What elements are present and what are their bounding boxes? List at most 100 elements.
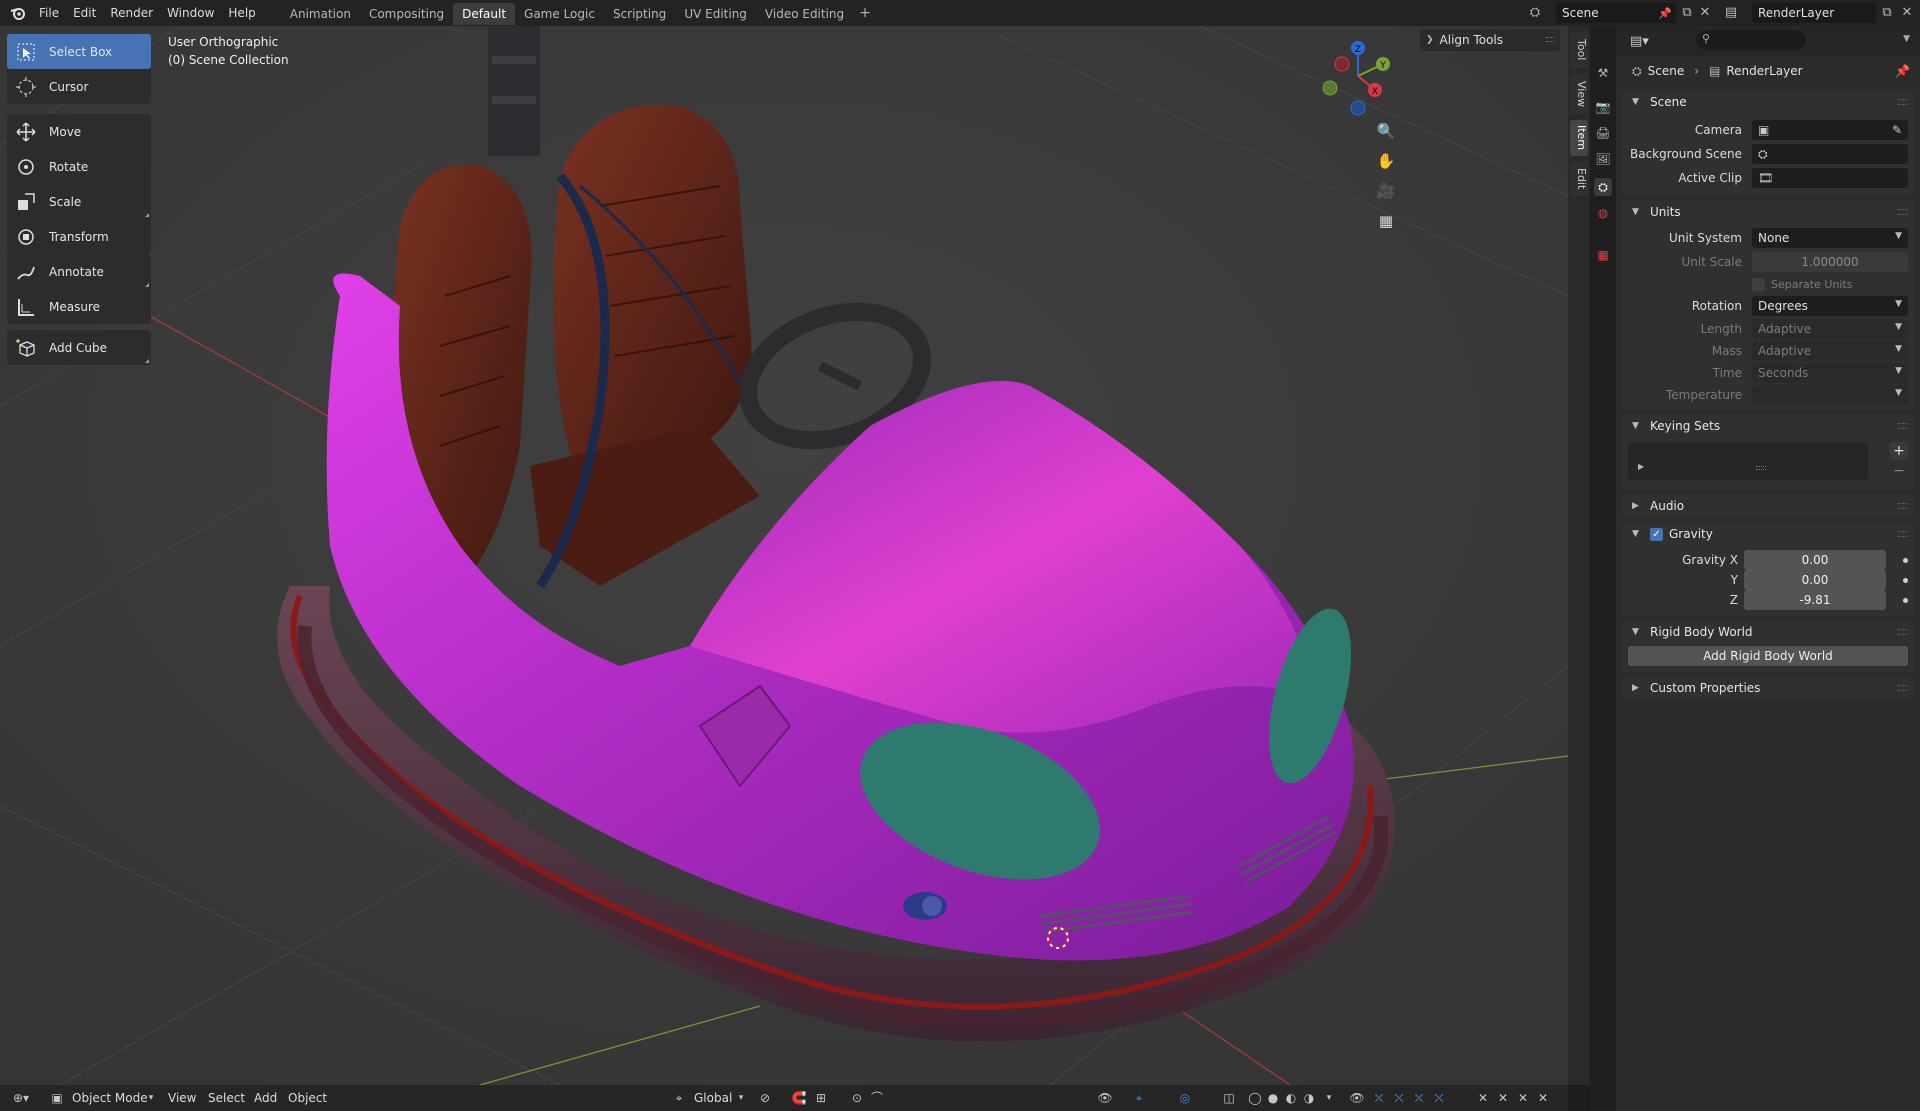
view-layer-properties-icon[interactable]: 🖼 [1594, 150, 1612, 168]
pin-icon[interactable]: 📌 [1658, 7, 1672, 20]
tool-add-cube[interactable]: Add Cube [7, 330, 151, 365]
drag-handle-icon[interactable] [1898, 209, 1908, 215]
close-x-3-icon[interactable]: ✕ [1514, 1089, 1532, 1107]
audio-panel-header[interactable]: ▶ Audio [1622, 494, 1914, 518]
align-tools-panel[interactable]: ❯ Align Tools [1420, 29, 1560, 51]
tool-move[interactable]: Move [7, 114, 151, 149]
tab-default[interactable]: Default [453, 3, 516, 25]
delete-scene-icon[interactable]: ✕ [1696, 4, 1714, 22]
units-panel-header[interactable]: ▼ Units [1622, 200, 1914, 224]
gravity-enabled-checkbox[interactable]: ✓ [1650, 527, 1663, 541]
chevron-down-icon[interactable]: ▼ [1903, 34, 1910, 44]
layer-toggle-4-icon[interactable]: ⛌ [1430, 1089, 1448, 1107]
output-properties-icon[interactable]: 🖨 [1594, 124, 1612, 142]
editor-type-icon[interactable]: ⊕▾ [12, 1089, 30, 1107]
close-x-1-icon[interactable]: ✕ [1474, 1089, 1492, 1107]
tool-cursor[interactable]: Cursor [7, 69, 151, 104]
gravity-panel-header[interactable]: ▼ ✓ Gravity [1622, 522, 1914, 546]
properties-search-input[interactable]: ⚲ [1696, 30, 1806, 50]
overlay-toggle-icon[interactable]: ◎ [1176, 1089, 1194, 1107]
scene-name-field[interactable]: Scene 📌 [1556, 3, 1676, 23]
layer-toggle-2-icon[interactable]: ⛌ [1390, 1089, 1408, 1107]
remove-keying-set-button[interactable]: − [1890, 462, 1908, 480]
proportional-edit-icon[interactable]: ⊙ [848, 1089, 866, 1107]
blender-logo-icon[interactable] [10, 5, 26, 21]
length-dropdown[interactable]: Adaptive ▼ [1752, 319, 1908, 339]
3d-viewport[interactable]: Select Box Cursor Move Rotate Scale Tran… [0, 26, 1568, 1085]
keyframe-dot-icon[interactable] [1903, 558, 1908, 563]
gravity-y-field[interactable]: 0.00 [1744, 570, 1886, 590]
background-scene-field[interactable]: ⛭ [1752, 144, 1908, 164]
side-tab-tool[interactable]: Tool [1570, 32, 1588, 68]
texture-properties-icon[interactable]: ▦ [1594, 246, 1612, 264]
tab-compositing[interactable]: Compositing [360, 3, 453, 25]
expand-arrow-icon[interactable]: ▶ [1638, 462, 1644, 471]
tool-scale[interactable]: Scale [7, 184, 151, 219]
scene-panel-header[interactable]: ▼ Scene [1622, 90, 1914, 114]
camera-view-icon[interactable]: 🎥 [1373, 178, 1399, 204]
add-rigid-body-world-button[interactable]: Add Rigid Body World [1628, 646, 1908, 666]
tool-rotate[interactable]: Rotate [7, 149, 151, 184]
rigid-body-panel-header[interactable]: ▼ Rigid Body World [1622, 620, 1914, 644]
falloff-icon[interactable]: ⌒ [868, 1089, 886, 1107]
keyframe-dot-icon[interactable] [1903, 598, 1908, 603]
pivot-point-icon[interactable]: ⊘ [756, 1089, 774, 1107]
tab-video-editing[interactable]: Video Editing [756, 3, 853, 25]
drag-handle-icon[interactable] [1898, 503, 1908, 509]
keying-sets-header[interactable]: ▼ Keying Sets [1622, 414, 1914, 438]
menu-select[interactable]: Select [208, 1089, 245, 1107]
close-x-2-icon[interactable]: ✕ [1494, 1089, 1512, 1107]
new-scene-icon[interactable]: ⧉ [1678, 4, 1696, 22]
tool-settings-icon[interactable]: ⚒ [1594, 64, 1612, 82]
eyedropper-icon[interactable]: ✎ [1892, 123, 1902, 137]
drag-handle-icon[interactable] [1898, 531, 1908, 537]
world-properties-icon[interactable]: ◍ [1594, 204, 1612, 222]
time-dropdown[interactable]: Seconds ▼ [1752, 363, 1908, 383]
scene-selector-icon[interactable]: ⛭ [1526, 4, 1544, 22]
drag-handle-icon[interactable] [1898, 99, 1908, 105]
layer-toggle-1-icon[interactable]: ⛌ [1370, 1089, 1388, 1107]
tab-game-logic[interactable]: Game Logic [515, 3, 604, 25]
new-view-layer-icon[interactable]: ⧉ [1878, 4, 1896, 22]
snap-target-icon[interactable]: ⊞ [812, 1089, 830, 1107]
zoom-icon[interactable]: 🔍 [1373, 118, 1399, 144]
perspective-grid-icon[interactable]: ▦ [1373, 208, 1399, 234]
temperature-dropdown[interactable]: ▼ [1752, 385, 1908, 405]
visibility-icon[interactable]: 👁 [1096, 1089, 1114, 1107]
gravity-z-field[interactable]: -9.81 [1744, 590, 1886, 610]
snap-icon[interactable]: 🧲 [790, 1089, 808, 1107]
add-keying-set-button[interactable]: + [1890, 442, 1908, 460]
unit-system-dropdown[interactable]: None ▼ [1752, 228, 1908, 248]
drag-handle-icon[interactable] [1898, 423, 1908, 429]
drag-handle-icon[interactable] [1546, 37, 1554, 42]
side-tab-item[interactable]: Item [1570, 120, 1588, 156]
drag-handle-icon[interactable] [1898, 685, 1908, 691]
xray-toggle-icon[interactable]: ◫ [1220, 1089, 1238, 1107]
rendered-shading-icon[interactable]: ◑ [1300, 1089, 1318, 1107]
gizmo-toggle-icon[interactable]: ⌖ [1130, 1089, 1148, 1107]
tool-annotate[interactable]: Annotate [7, 254, 151, 289]
material-shading-icon[interactable]: ◐ [1282, 1089, 1300, 1107]
rotation-dropdown[interactable]: Degrees ▼ [1752, 296, 1908, 316]
render-properties-icon[interactable]: 📷 [1594, 98, 1612, 116]
menu-file[interactable]: File [32, 0, 66, 26]
tab-uv-editing[interactable]: UV Editing [675, 3, 756, 25]
menu-edit[interactable]: Edit [66, 0, 103, 26]
unit-scale-field[interactable]: 1.000000 [1752, 252, 1908, 272]
pin-icon[interactable]: 📌 [1895, 64, 1910, 78]
menu-help[interactable]: Help [221, 0, 262, 26]
tool-measure[interactable]: Measure [7, 289, 151, 324]
scene-properties-icon[interactable]: ⛭ [1594, 178, 1612, 196]
solid-shading-icon[interactable]: ● [1264, 1089, 1282, 1107]
tab-animation[interactable]: Animation [281, 3, 360, 25]
menu-add[interactable]: Add [254, 1089, 277, 1107]
separate-units-checkbox[interactable]: Separate Units [1752, 277, 1852, 291]
mode-dropdown[interactable]: Object Mode [72, 1089, 148, 1107]
tool-transform[interactable]: Transform [7, 219, 151, 254]
custom-properties-header[interactable]: ▶ Custom Properties [1622, 676, 1914, 700]
wireframe-shading-icon[interactable]: ◯ [1246, 1089, 1264, 1107]
camera-field[interactable]: ▣ ✎ [1752, 120, 1908, 140]
keyframe-dot-icon[interactable] [1903, 578, 1908, 583]
view-layer-field[interactable]: RenderLayer [1752, 3, 1876, 23]
gravity-x-field[interactable]: 0.00 [1744, 550, 1886, 570]
